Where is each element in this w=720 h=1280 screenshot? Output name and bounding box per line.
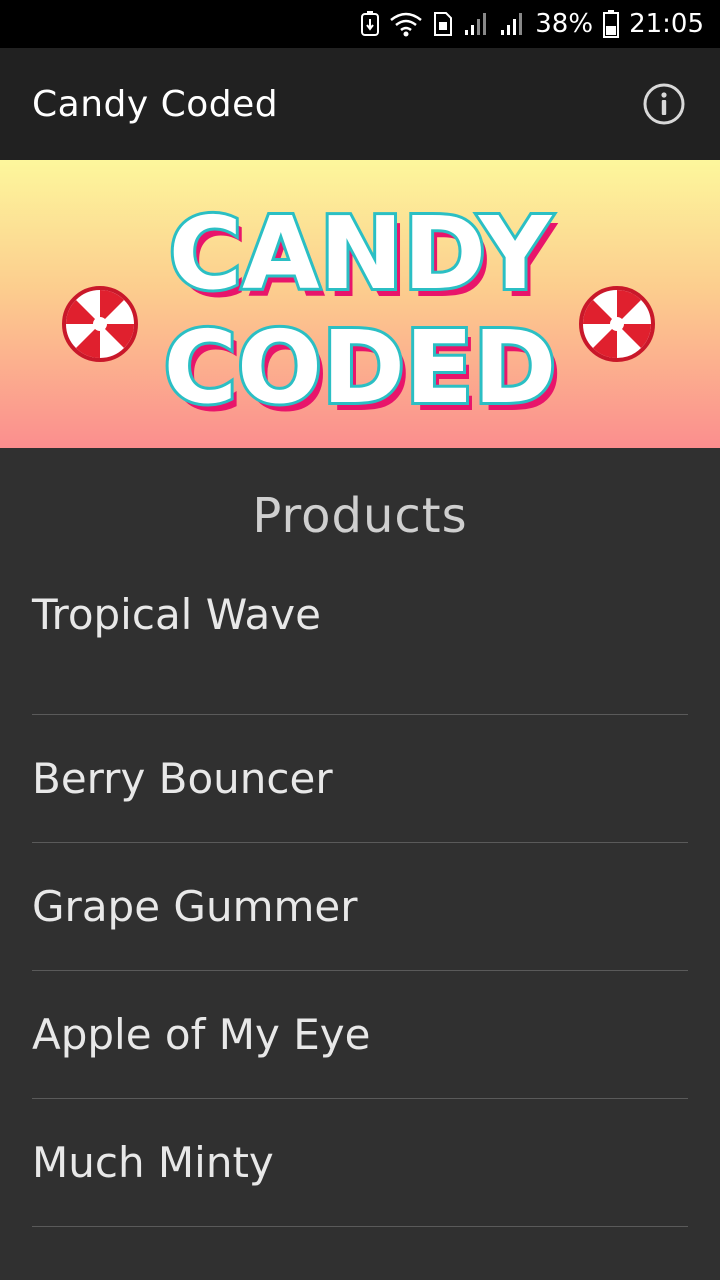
list-item[interactable]: Much Minty bbox=[32, 1099, 688, 1227]
battery-icon bbox=[603, 10, 620, 38]
peppermint-candy-left bbox=[62, 286, 138, 362]
logo-line1: CANDY bbox=[169, 195, 553, 312]
info-button[interactable] bbox=[640, 80, 688, 128]
wifi-icon bbox=[389, 11, 423, 37]
app-title: Candy Coded bbox=[32, 83, 279, 125]
signal-icon bbox=[499, 11, 525, 37]
signal-icon bbox=[463, 11, 489, 37]
clock: 21:05 bbox=[629, 9, 704, 39]
list-item[interactable]: Grape Gummer bbox=[32, 843, 688, 971]
battery-percent: 38% bbox=[535, 9, 594, 39]
logo-line2: CODED bbox=[164, 309, 557, 426]
app-bar: Candy Coded bbox=[0, 48, 720, 160]
list-item[interactable]: Apple of My Eye bbox=[32, 971, 688, 1099]
status-bar: 38% 21:05 bbox=[0, 0, 720, 48]
usb-notification-icon bbox=[361, 11, 380, 37]
product-list: Tropical Wave Berry Bouncer Grape Gummer… bbox=[0, 584, 720, 1227]
info-icon bbox=[643, 83, 685, 125]
products-section: Products Tropical Wave Berry Bouncer Gra… bbox=[0, 448, 720, 1280]
candy-coded-logo-banner: CANDY CANDY CODED CODED bbox=[0, 160, 720, 448]
sim-icon bbox=[433, 11, 453, 37]
section-title: Products bbox=[252, 488, 468, 544]
peppermint-candy-right bbox=[579, 286, 655, 362]
list-item[interactable]: Berry Bouncer bbox=[32, 715, 688, 843]
list-item[interactable]: Tropical Wave bbox=[32, 584, 688, 715]
